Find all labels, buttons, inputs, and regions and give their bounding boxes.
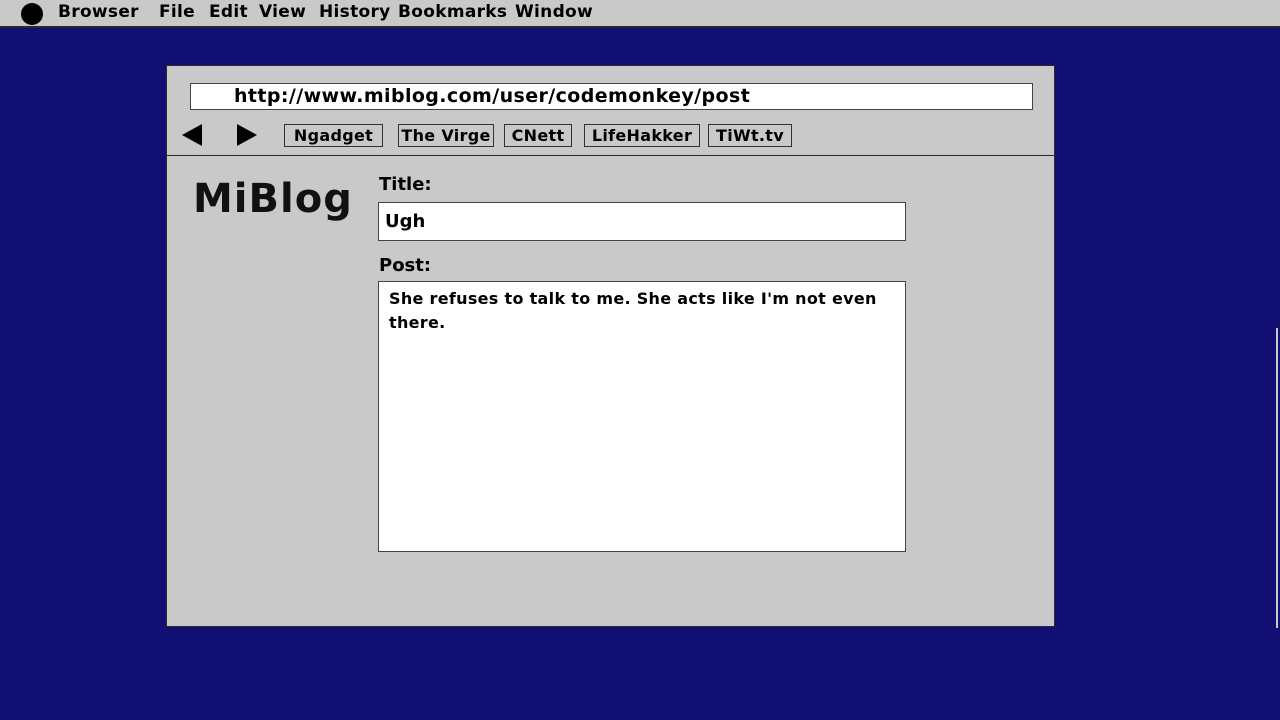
menu-file[interactable]: File <box>159 2 195 22</box>
menu-history[interactable]: History <box>319 2 391 22</box>
post-textarea[interactable]: She refuses to talk to me. She acts like… <box>378 281 906 552</box>
bookmark-ngadget[interactable]: Ngadget <box>284 124 383 147</box>
scrollbar-edge <box>1276 328 1278 628</box>
bookmark-lifehakker[interactable]: LifeHakker <box>584 124 700 147</box>
forward-arrow-icon[interactable] <box>237 124 257 146</box>
browser-window: http://www.miblog.com/user/codemonkey/po… <box>166 65 1055 627</box>
menu-bar: Browser File Edit View History Bookmarks… <box>0 0 1280 28</box>
url-bar[interactable]: http://www.miblog.com/user/codemonkey/po… <box>190 83 1033 110</box>
apple-icon[interactable] <box>21 3 43 25</box>
menu-browser[interactable]: Browser <box>58 2 139 22</box>
menu-edit[interactable]: Edit <box>209 2 248 22</box>
menu-view[interactable]: View <box>259 2 306 22</box>
bookmark-cnett[interactable]: CNett <box>504 124 572 147</box>
back-arrow-icon[interactable] <box>182 124 202 146</box>
title-label: Title: <box>379 174 432 195</box>
post-label: Post: <box>379 255 432 276</box>
site-logo: MiBlog <box>193 176 353 222</box>
bookmark-the-virge[interactable]: The Virge <box>398 124 494 147</box>
title-input[interactable] <box>378 202 906 241</box>
menu-bookmarks[interactable]: Bookmarks <box>398 2 507 22</box>
toolbar-divider <box>167 155 1054 156</box>
menu-window[interactable]: Window <box>515 2 593 22</box>
bookmark-tiwt[interactable]: TiWt.tv <box>708 124 792 147</box>
